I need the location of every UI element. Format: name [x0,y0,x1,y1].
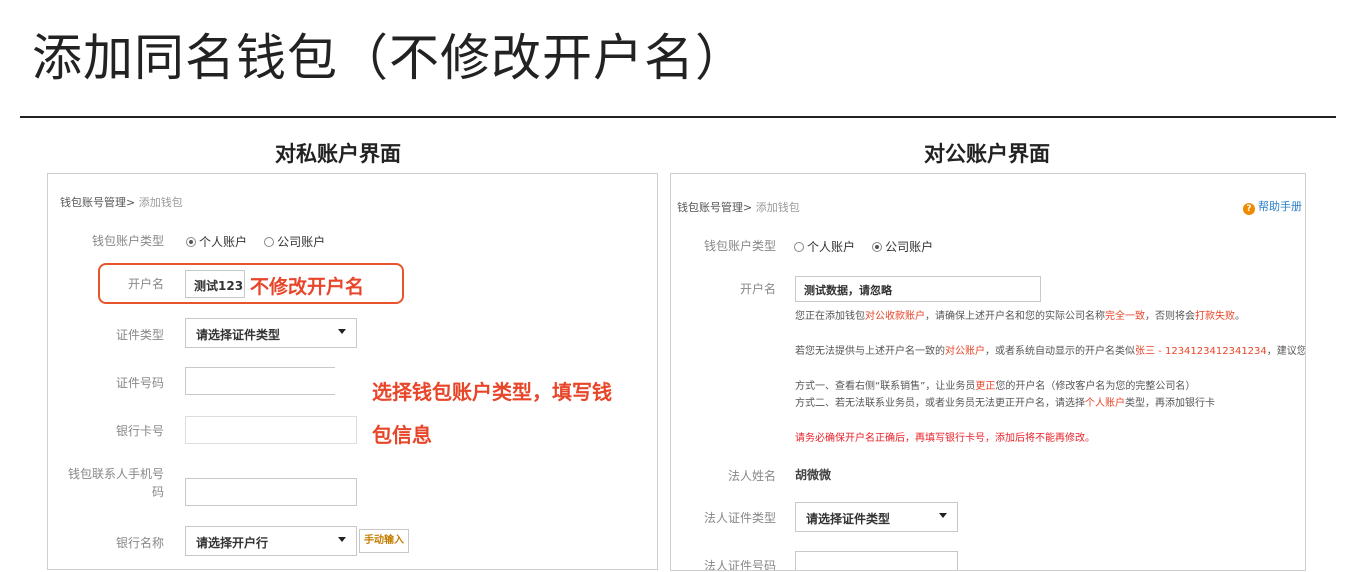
notice-text: 。 [1235,311,1245,322]
phone-label-line2: 码 [151,485,164,499]
notice-text: ，或者系统自动显示的开户名类似 [985,346,1135,357]
wallet-type-label: 钱包账户类型 [703,239,776,253]
notice-text: ，建议您： [1266,346,1306,357]
notice-line1: 您正在添加钱包对公收款账户，请确保上述开户名和您的实际公司名称完全一致，否则将会… [795,307,1245,322]
account-name-input[interactable]: 测试123 [185,270,245,298]
legal-name-value: 胡微微 [795,468,832,482]
bank-name-label: 银行名称 [115,536,164,550]
legal-id-type-label: 法人证件类型 [703,511,776,525]
chevron-down-icon [939,513,947,518]
notice-line2: 若您无法提供与上述开户名一致的对公账户，或者系统自动显示的开户名类似张三 - 1… [795,342,1306,357]
annotation-line1: 选择钱包账户类型，填写钱 [372,380,612,404]
radio-personal-label[interactable]: 个人账户 [199,235,247,249]
radio-personal[interactable] [794,242,804,252]
bank-select[interactable]: 请选择开户行 [185,526,357,556]
breadcrumb-parent[interactable]: 钱包账号管理> [677,201,752,214]
notice-text: 您正在添加钱包 [795,311,865,322]
chevron-down-icon [338,329,346,334]
phone-input[interactable] [185,478,357,506]
title-divider [20,116,1336,118]
legal-id-number-label: 法人证件号码 [703,559,776,571]
method2-line: 方式二、若无法联系业务员，或者业务员无法更正开户名，请选择个人账户类型，再添加银… [795,394,1215,409]
radio-personal[interactable] [186,237,196,247]
radio-company-label[interactable]: 公司账户 [885,240,933,254]
notice-text: ，否则将会 [1145,311,1195,322]
id-type-select-value: 请选择证件类型 [196,328,281,342]
right-section-title: 对公账户界面 [924,142,1050,166]
account-name-input[interactable]: 测试数据，请忽略 [795,276,1041,302]
legal-id-number-input[interactable] [795,551,958,570]
breadcrumb-current: 添加钱包 [752,201,800,214]
manual-input-button[interactable]: 手动输入 [359,529,409,553]
page-title: 添加同名钱包（不修改开户名） [32,29,746,87]
notice-text: 若您无法提供与上述开户名一致的 [795,346,945,357]
annotation-no-modify: 不修改开户名 [250,276,365,298]
help-label[interactable]: 帮助手册 [1258,200,1302,213]
id-type-select[interactable]: 请选择证件类型 [185,318,357,348]
breadcrumb: 钱包账号管理> 添加钱包 [677,199,800,215]
notice-highlight: 对公收款账户 [865,311,925,322]
warning-text: 请务必确保开户名正确后，再填写银行卡号，添加后将不能再修改。 [795,433,1095,444]
company-account-panel: 钱包账号管理> 添加钱包 ? 帮助手册 钱包账户类型 个人账户 公司账户 开户名 … [670,173,1306,571]
notice-text: ，请确保上述开户名和您的实际公司名称 [925,311,1105,322]
account-name-label: 开户名 [739,282,776,296]
notice-highlight: 对公账户 [945,346,985,357]
method-text: 方式一、查看右侧“联系销售”，让业务员 [795,381,976,392]
phone-label-line1: 钱包联系人手机号 [67,467,164,481]
bank-card-label: 银行卡号 [115,424,164,438]
bank-select-value: 请选择开户行 [196,536,269,550]
radio-personal-label[interactable]: 个人账户 [807,240,855,254]
id-number-label: 证件号码 [115,376,164,390]
method-highlight: 更正 [975,381,996,392]
legal-id-type-select-value: 请选择证件类型 [806,512,891,526]
breadcrumb-parent[interactable]: 钱包账号管理> [60,196,135,209]
wallet-type-radios: 个人账户 公司账户 [794,236,945,255]
notice-highlight: 完全一致 [1105,311,1145,322]
wallet-type-radios: 个人账户 公司账户 [186,231,337,250]
id-number-input[interactable] [185,367,335,395]
personal-account-panel: 钱包账号管理> 添加钱包 钱包账户类型 个人账户 公司账户 开户名 测试123 … [47,173,658,570]
method-text: 您的开户名（修改客户名为您的完整公司名） [995,381,1196,392]
method-text: 方式二、若无法联系业务员，或者业务员无法更正开户名，请选择 [795,398,1085,409]
chevron-down-icon [338,537,346,542]
help-icon: ? [1243,203,1255,215]
annotation-line2: 包信息 [372,423,432,447]
bank-card-input[interactable] [185,416,357,444]
radio-company[interactable] [872,242,883,252]
help-link[interactable]: ? 帮助手册 [1243,198,1302,215]
method-text: 类型，再添加银行卡 [1125,398,1215,409]
account-name-label: 开户名 [127,277,164,291]
left-section-title: 对私账户界面 [275,142,401,166]
method1-line: 方式一、查看右侧“联系销售”，让业务员更正您的开户名（修改客户名为您的完整公司名… [795,377,1195,392]
notice-highlight: 打款失败 [1195,311,1235,322]
notice-highlight: 张三 - 1234123412341234 [1135,346,1267,357]
method-highlight: 个人账户 [1085,398,1125,409]
radio-company-label[interactable]: 公司账户 [277,235,325,249]
id-type-label: 证件类型 [115,328,164,342]
breadcrumb-current: 添加钱包 [135,196,183,209]
radio-company[interactable] [264,237,275,247]
legal-id-type-select[interactable]: 请选择证件类型 [795,502,958,532]
legal-name-label: 法人姓名 [727,469,776,483]
breadcrumb: 钱包账号管理> 添加钱包 [60,194,183,210]
wallet-type-label: 钱包账户类型 [91,234,164,248]
